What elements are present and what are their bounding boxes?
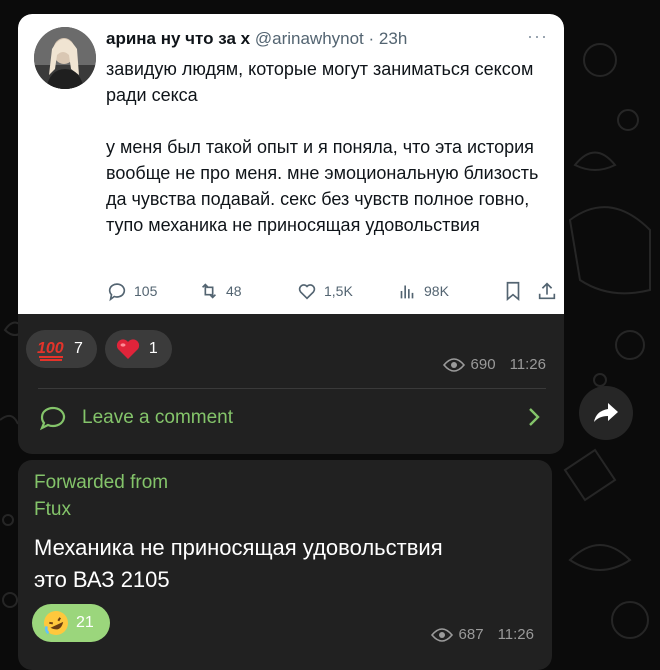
share-arrow-icon xyxy=(594,403,618,422)
more-icon: ··· xyxy=(527,26,548,46)
reactions: 100 7 1 xyxy=(26,330,172,368)
view-count: 687 xyxy=(458,626,484,643)
reaction-heart[interactable]: 1 xyxy=(104,330,172,368)
upload-icon xyxy=(538,282,556,300)
view-count: 690 xyxy=(470,356,496,373)
post-meta: 690 11:26 xyxy=(442,356,546,373)
forwarded-source-link[interactable]: Ftux xyxy=(34,499,71,521)
tweet-header: арина ну что за х @arinawhynot · 23h xyxy=(106,29,407,49)
tweet-author-handle: @arinawhynot xyxy=(254,29,364,48)
divider xyxy=(38,388,546,389)
avatar xyxy=(34,27,96,89)
reaction-rofl[interactable]: 21 xyxy=(32,604,110,642)
reaction-100[interactable]: 100 7 xyxy=(26,330,97,368)
reply-action: 105 xyxy=(106,280,157,302)
chevron-right-icon xyxy=(529,408,540,426)
heart-icon xyxy=(298,284,316,300)
reaction-count: 7 xyxy=(74,340,83,357)
reaction-count: 21 xyxy=(76,614,94,631)
comment-icon xyxy=(39,406,66,431)
forwarded-label: Forwarded from xyxy=(34,472,169,493)
like-count: 1,5K xyxy=(324,283,353,299)
tweet-actions: 105 48 1,5K 98K xyxy=(106,280,556,304)
forward-button[interactable] xyxy=(579,386,633,440)
tweet-author-name: арина ну что за х xyxy=(106,29,251,48)
analytics-icon xyxy=(400,285,414,299)
leave-comment-button[interactable]: Leave a comment xyxy=(38,398,544,438)
message-text: Механика не приносящая удовольствия это … xyxy=(34,535,443,592)
reply-icon xyxy=(108,283,126,302)
bookmark-icon xyxy=(506,281,520,302)
reply-count: 105 xyxy=(134,283,158,299)
reaction-count: 1 xyxy=(148,340,158,357)
leave-comment-label: Leave a comment xyxy=(82,407,234,428)
retweet-icon xyxy=(201,283,217,299)
eye-icon xyxy=(430,627,453,642)
rofl-emoji-icon xyxy=(44,611,68,635)
like-action: 1,5K xyxy=(296,280,353,302)
tweet-screenshot[interactable]: арина ну что за х @arinawhynot · 23h ···… xyxy=(18,14,564,314)
tweet-text: завидую людям, которые могут заниматься … xyxy=(106,59,539,235)
svg-text:100: 100 xyxy=(37,340,64,357)
views-action: 98K xyxy=(396,280,449,302)
forwarded-message-bubble: Forwarded from Ftux Механика не приносящ… xyxy=(18,460,552,670)
channel-post-bubble: арина ну что за х @arinawhynot · 23h ···… xyxy=(18,14,564,454)
view-count: 98K xyxy=(424,283,449,299)
share-action xyxy=(536,280,558,302)
bookmark-action xyxy=(502,280,524,302)
message-meta: 687 11:26 xyxy=(430,626,534,643)
message-time: 11:26 xyxy=(497,626,534,643)
red-heart-emoji-icon xyxy=(116,339,140,359)
tweet-time: · 23h xyxy=(368,29,408,48)
post-time: 11:26 xyxy=(509,356,546,373)
eye-icon xyxy=(442,357,465,372)
retweet-count: 48 xyxy=(226,283,242,299)
retweet-action: 48 xyxy=(198,280,242,302)
100-emoji-icon: 100 xyxy=(37,340,64,361)
